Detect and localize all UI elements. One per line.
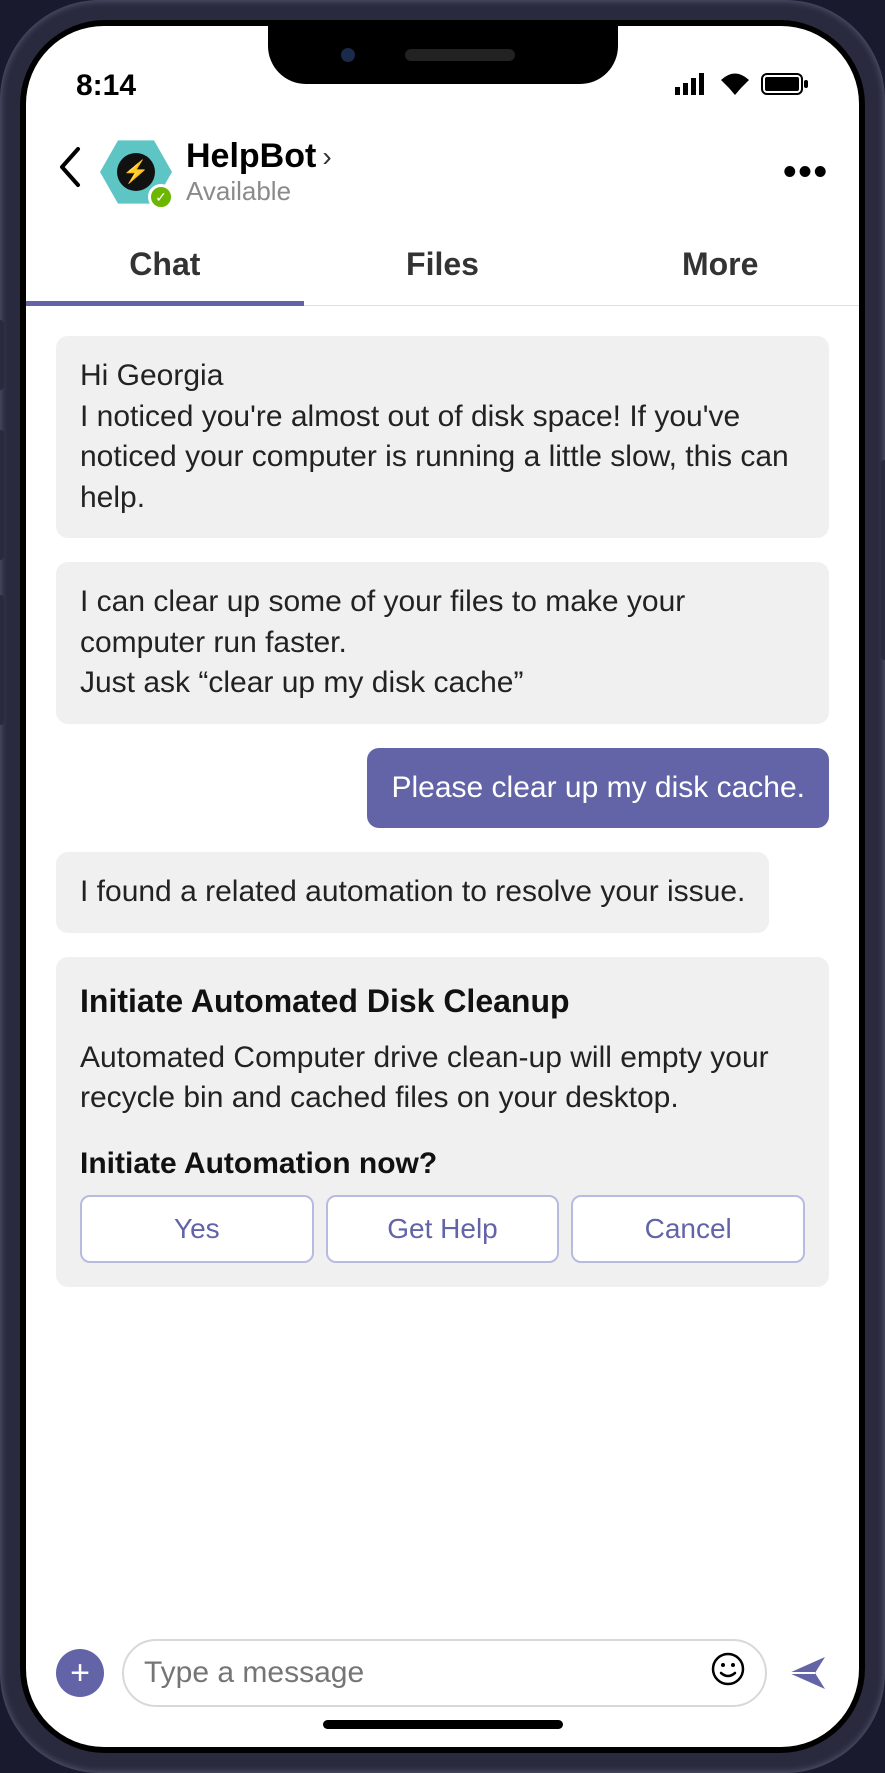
- home-indicator[interactable]: [323, 1720, 563, 1729]
- card-title: Initiate Automated Disk Cleanup: [80, 983, 805, 1020]
- chevron-right-icon: ›: [322, 141, 331, 173]
- automation-card: Initiate Automated Disk Cleanup Automate…: [56, 957, 829, 1287]
- yes-button[interactable]: Yes: [80, 1195, 314, 1263]
- mute-switch: [0, 320, 4, 390]
- volume-down: [0, 595, 4, 725]
- status-time: 8:14: [76, 69, 136, 103]
- send-button[interactable]: [785, 1651, 829, 1695]
- wifi-icon: [719, 69, 751, 103]
- message-input-wrap[interactable]: [122, 1639, 767, 1707]
- message-input[interactable]: [144, 1656, 711, 1690]
- bot-message: I can clear up some of your files to mak…: [56, 562, 829, 724]
- power-button: [881, 460, 885, 660]
- tab-more[interactable]: More: [581, 228, 859, 305]
- chat-messages[interactable]: Hi Georgia I noticed you're almost out o…: [26, 306, 859, 1619]
- cancel-button[interactable]: Cancel: [571, 1195, 805, 1263]
- phone-notch: [268, 26, 618, 84]
- card-prompt: Initiate Automation now?: [80, 1147, 805, 1181]
- emoji-icon[interactable]: [711, 1652, 745, 1695]
- bot-name-button[interactable]: HelpBot ›: [186, 137, 769, 176]
- chat-header: ⚡ ✓ HelpBot › Available •••: [26, 116, 859, 228]
- tab-files[interactable]: Files: [304, 228, 582, 305]
- more-options-button[interactable]: •••: [783, 151, 829, 194]
- volume-up: [0, 430, 4, 560]
- add-attachment-button[interactable]: +: [56, 1649, 104, 1697]
- chat-tabs: Chat Files More: [26, 228, 859, 306]
- get-help-button[interactable]: Get Help: [326, 1195, 560, 1263]
- bot-avatar[interactable]: ⚡ ✓: [100, 136, 172, 208]
- battery-icon: [761, 69, 809, 103]
- bot-name-label: HelpBot: [186, 137, 316, 176]
- tab-chat[interactable]: Chat: [26, 228, 304, 305]
- bot-message: Hi Georgia I noticed you're almost out o…: [56, 336, 829, 538]
- presence-available-icon: ✓: [148, 184, 174, 210]
- bot-message: I found a related automation to resolve …: [56, 852, 769, 933]
- phone-frame: 8:14 ⚡: [0, 0, 885, 1773]
- card-description: Automated Computer drive clean-up will e…: [80, 1038, 805, 1119]
- user-message: Please clear up my disk cache.: [367, 748, 829, 829]
- back-button[interactable]: [46, 143, 86, 201]
- cellular-icon: [675, 69, 709, 103]
- bot-presence-label: Available: [186, 176, 769, 207]
